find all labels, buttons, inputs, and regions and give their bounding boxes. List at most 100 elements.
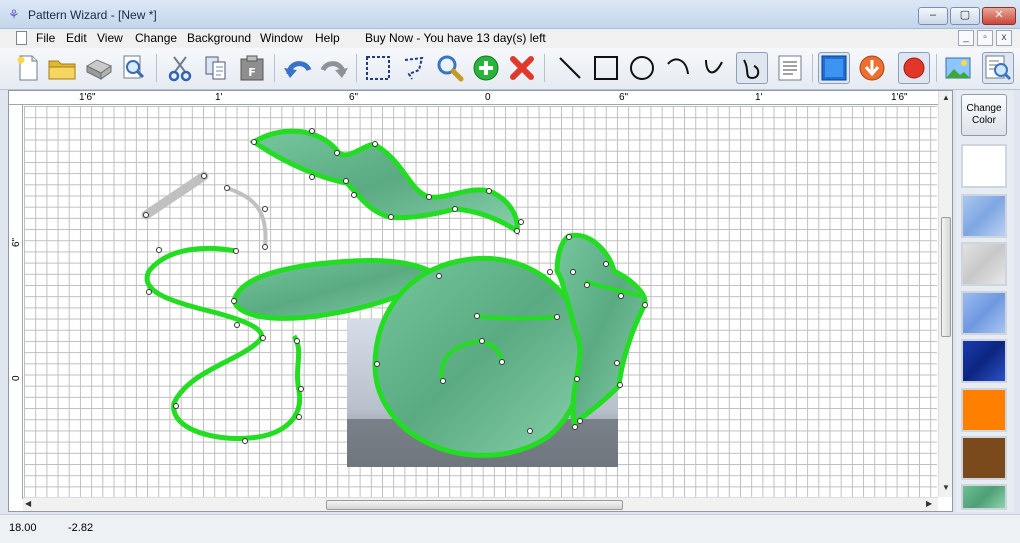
printer-icon	[85, 59, 113, 80]
undo-icon	[284, 61, 312, 78]
paste-button[interactable]: F	[236, 52, 268, 84]
arc-tool-button[interactable]	[662, 52, 694, 84]
undo-button[interactable]	[282, 52, 314, 84]
arrow-down-circle-icon	[859, 55, 885, 81]
mdi-restore-button[interactable]: ▫	[977, 30, 993, 46]
zoom-button[interactable]	[434, 52, 466, 84]
green-piece-body	[372, 255, 587, 458]
menu-file[interactable]: File	[36, 31, 55, 45]
horizontal-scrollbar[interactable]: ◀ ▶	[23, 497, 938, 511]
new-document-button[interactable]	[12, 52, 44, 84]
change-color-button[interactable]: Change Color	[961, 94, 1007, 136]
swatch-light-blue-glass[interactable]	[961, 194, 1007, 238]
curve-tool-button[interactable]	[698, 52, 730, 84]
horizontal-scroll-thumb[interactable]	[326, 500, 623, 510]
freehand-tool-button[interactable]	[736, 52, 768, 84]
swatch-dark-blue-glass[interactable]	[961, 339, 1007, 383]
menu-window[interactable]: Window	[260, 31, 303, 45]
toolbar-separator	[544, 54, 545, 82]
scroll-right-arrow[interactable]: ▶	[926, 499, 932, 508]
vertical-scroll-thumb[interactable]	[941, 217, 951, 337]
rectangle-tool-button[interactable]	[590, 52, 622, 84]
menu-background[interactable]: Background	[187, 31, 251, 45]
menu-change[interactable]: Change	[135, 31, 177, 45]
text-list-icon	[778, 55, 802, 81]
mdi-minimize-button[interactable]: _	[958, 30, 974, 46]
new-document-icon	[17, 55, 38, 81]
print-preview-button[interactable]	[118, 52, 150, 84]
swatch-gray-texture[interactable]	[961, 242, 1007, 286]
background-image-button[interactable]	[942, 52, 974, 84]
menu-bar: File Edit View Change Background Window …	[0, 29, 1020, 48]
freehand-icon	[743, 59, 760, 80]
zoom-page-button[interactable]	[982, 52, 1014, 84]
circle-icon	[630, 56, 654, 80]
swatch-orange[interactable]	[961, 388, 1007, 432]
green-piece-top	[249, 128, 520, 236]
menu-help[interactable]: Help	[315, 31, 340, 45]
toolbar-separator	[812, 54, 813, 82]
menu-edit[interactable]: Edit	[66, 31, 87, 45]
circle-tool-button[interactable]	[626, 52, 658, 84]
toolbar-separator	[274, 54, 275, 82]
swatch-white[interactable]	[961, 144, 1007, 188]
text-list-button[interactable]	[774, 52, 806, 84]
redo-icon	[320, 61, 348, 78]
red-dot-icon	[903, 57, 925, 79]
record-button[interactable]	[898, 52, 930, 84]
toolbar-separator	[936, 54, 937, 82]
gray-curve	[226, 186, 268, 248]
lasso-button[interactable]	[398, 52, 430, 84]
swatch-blue-glass[interactable]	[961, 291, 1007, 335]
close-button[interactable]: ✕	[982, 7, 1016, 25]
magnifier-icon	[437, 55, 464, 82]
maximize-button[interactable]: ▢	[950, 7, 980, 25]
copy-icon	[205, 56, 226, 80]
scroll-down-arrow[interactable]: ▼	[942, 483, 950, 492]
mdi-close-button[interactable]: x	[996, 30, 1012, 46]
menu-view[interactable]: View	[97, 31, 123, 45]
title-bar: ⚘ Pattern Wizard - [New *] ‒ ▢ ✕	[0, 0, 1020, 29]
swatch-green-glass[interactable]	[961, 484, 1007, 510]
paste-f-icon: F	[240, 55, 264, 81]
line-tool-button[interactable]	[554, 52, 586, 84]
status-y-coordinate: -2.82	[68, 522, 94, 534]
toolbar-separator	[356, 54, 357, 82]
toolbar: F	[0, 48, 1020, 90]
color-panel: Change Color	[956, 90, 1014, 512]
status-x-coordinate: 18.00	[9, 522, 37, 534]
line-icon	[559, 57, 581, 79]
gray-segment	[141, 171, 209, 220]
rectangle-icon	[594, 56, 618, 80]
delete-node-button[interactable]	[506, 52, 538, 84]
fill-color-button[interactable]	[818, 52, 850, 84]
add-node-button[interactable]	[470, 52, 502, 84]
plus-circle-icon	[473, 55, 499, 81]
cut-button[interactable]	[164, 52, 196, 84]
scroll-up-arrow[interactable]: ▲	[942, 93, 950, 102]
arrow-down-button[interactable]	[856, 52, 888, 84]
print-button[interactable]	[82, 52, 114, 84]
buy-now-link[interactable]: Buy Now - You have 13 day(s) left	[365, 31, 546, 45]
scroll-left-arrow[interactable]: ◀	[25, 499, 31, 508]
open-folder-button[interactable]	[46, 52, 78, 84]
arc-icon	[667, 58, 689, 75]
window-title: Pattern Wizard - [New *]	[28, 8, 157, 22]
redo-button[interactable]	[318, 52, 350, 84]
print-preview-icon	[123, 55, 145, 79]
minimize-button[interactable]: ‒	[918, 7, 948, 25]
svg-text:F: F	[248, 66, 256, 79]
copy-button[interactable]	[200, 52, 232, 84]
drawing-canvas[interactable]: 1'6" 1' 6" 0 6" 1' 1'6" 6" 0 ▲ ▼ ◀ ▶	[8, 90, 953, 512]
select-rectangle-icon	[366, 56, 390, 80]
swatch-brown[interactable]	[961, 436, 1007, 480]
scissors-icon	[168, 56, 192, 82]
status-bar: 18.00 -2.82	[0, 514, 1020, 543]
app-icon: ⚘	[8, 7, 20, 22]
folder-icon	[48, 60, 76, 80]
vertical-scrollbar[interactable]: ▲ ▼	[938, 91, 952, 497]
pattern-drawing	[141, 128, 648, 467]
zoom-page-icon	[985, 55, 1012, 81]
select-rectangle-button[interactable]	[362, 52, 394, 84]
picture-icon	[945, 57, 971, 79]
